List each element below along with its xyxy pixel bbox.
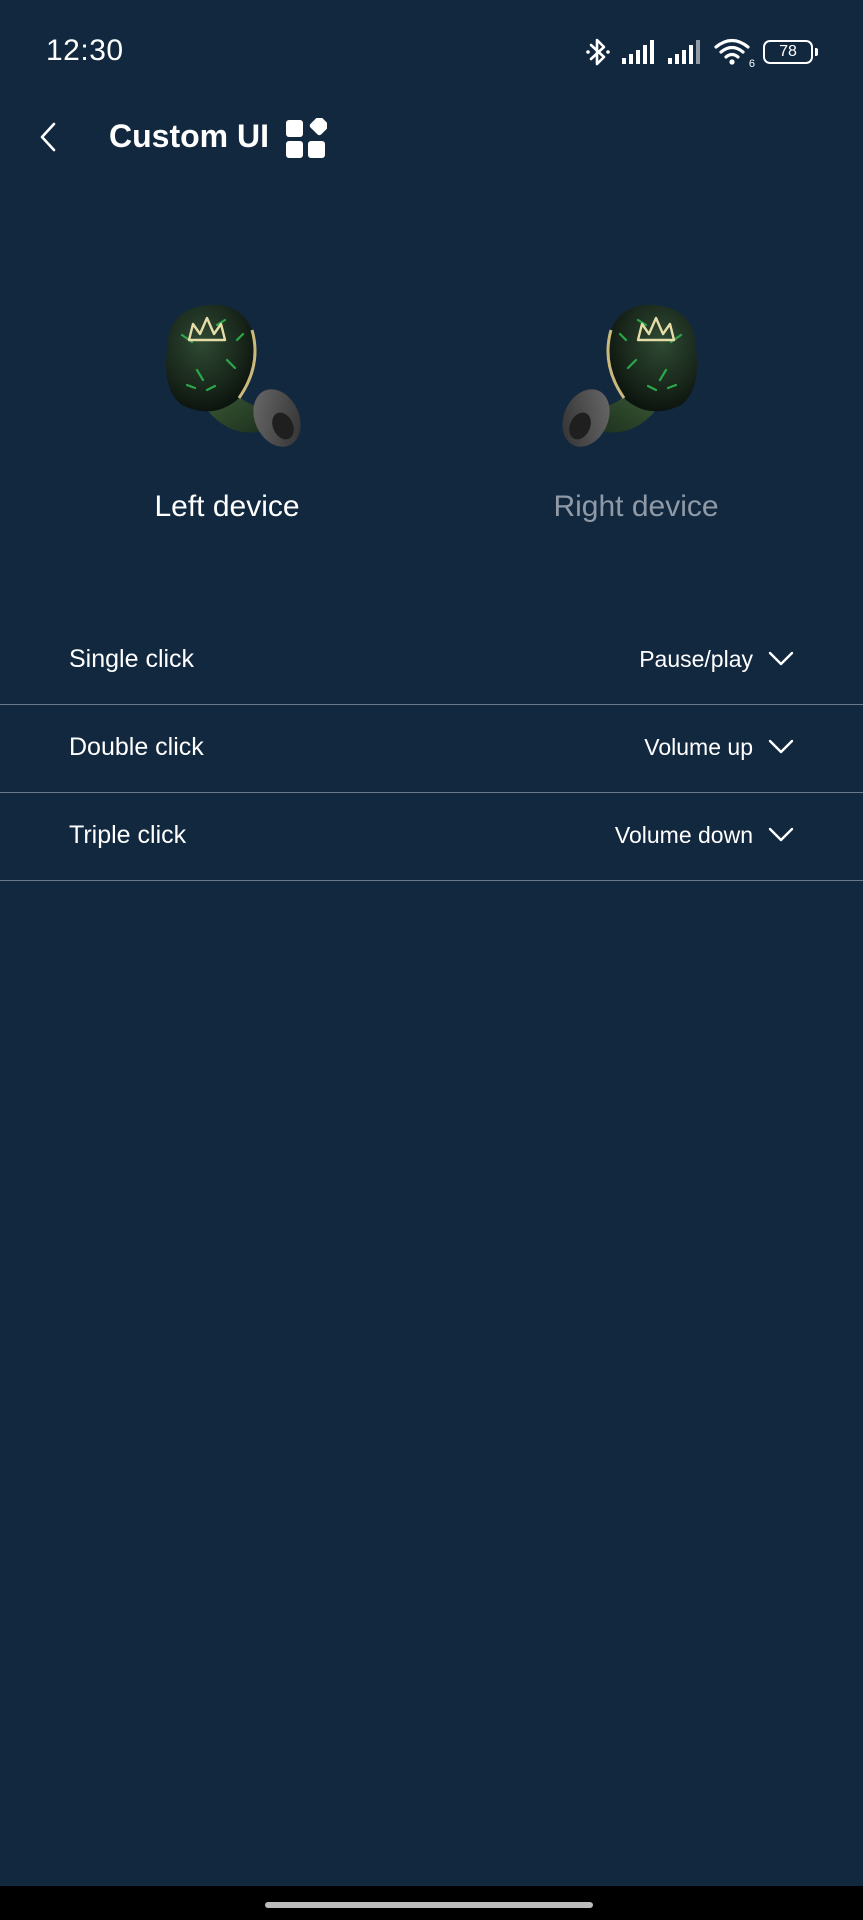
triple-click-label: Triple click [69, 821, 187, 849]
signal-icon [621, 38, 657, 66]
status-bar: 12:30 6 78 [0, 0, 863, 104]
double-click-label: Double click [69, 733, 204, 761]
single-click-label: Single click [69, 645, 195, 673]
widgets-icon[interactable] [285, 116, 329, 160]
chevron-down-icon [767, 737, 795, 757]
right-device-tab[interactable]: Right device [506, 290, 766, 540]
left-device-tab[interactable]: Left device [97, 290, 357, 540]
battery-icon: 78 [763, 40, 818, 64]
left-device-label: Left device [154, 490, 300, 523]
chevron-left-icon [38, 121, 58, 158]
status-time: 12:30 [46, 34, 124, 67]
header: Custom UI [0, 104, 863, 174]
single-click-row[interactable]: Single click Pause/play [0, 617, 863, 705]
right-device-label: Right device [553, 490, 719, 523]
chevron-down-icon [767, 825, 795, 845]
bluetooth-icon [585, 36, 611, 68]
page-title: Custom UI [109, 118, 269, 154]
back-button[interactable] [30, 114, 66, 164]
double-click-row[interactable]: Double click Volume up [0, 705, 863, 793]
wifi-icon: 6 [713, 36, 755, 70]
single-click-value: Pause/play [639, 646, 753, 672]
device-selector: Left device Right device [0, 290, 863, 540]
home-indicator[interactable] [265, 1902, 593, 1908]
signal-icon [667, 38, 703, 66]
left-earbud-image [137, 290, 317, 470]
right-earbud-image [546, 290, 726, 470]
double-click-value: Volume up [644, 734, 753, 760]
battery-level: 78 [779, 43, 797, 60]
click-settings-list: Single click Pause/play Double click Vol… [0, 617, 863, 881]
screen: 12:30 6 78 Custom UI Left device Right d… [0, 0, 863, 1920]
triple-click-value: Volume down [614, 822, 753, 848]
status-icons: 6 78 [585, 32, 818, 72]
triple-click-row[interactable]: Triple click Volume down [0, 793, 863, 881]
navigation-bar [0, 1886, 863, 1920]
wifi-label: 6 [748, 58, 755, 70]
chevron-down-icon [767, 649, 795, 669]
